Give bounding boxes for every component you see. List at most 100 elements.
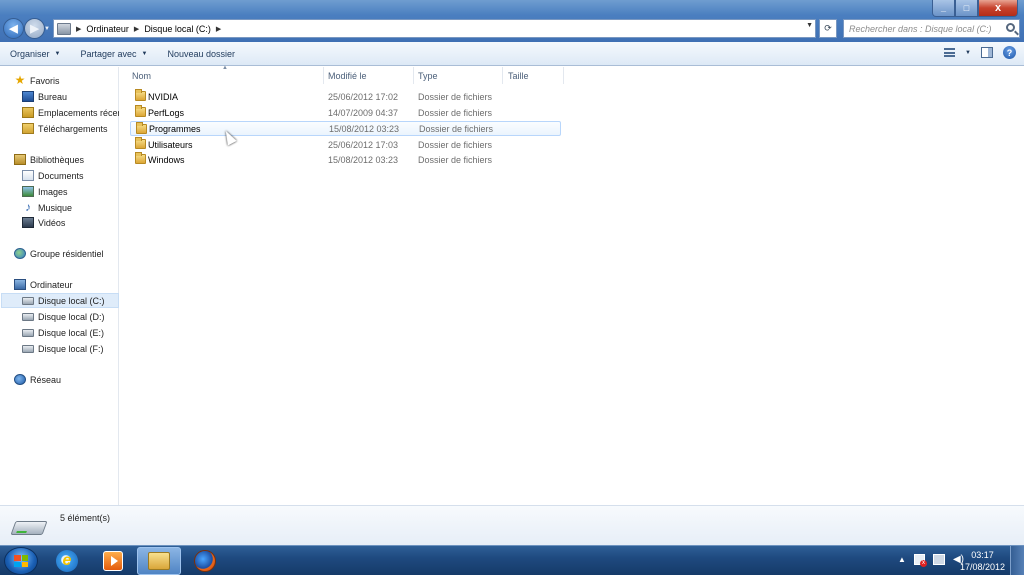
column-header-name[interactable]: ▲ Nom (120, 65, 324, 84)
command-bar: Organiser ▼ Partager avec ▼ Nouveau dossie… (0, 42, 1024, 66)
address-bar[interactable]: ▶ Ordinateur ▶ Disque local (C:) ▶ ▼ (53, 19, 816, 38)
new-folder-label: Nouveau dossier (167, 48, 235, 59)
sidebar-item-label: Bureau (38, 91, 68, 102)
system-tray: ▲ ◀) (898, 554, 964, 567)
recent-places-icon (22, 107, 34, 118)
sidebar-item-label: Réseau (30, 374, 62, 385)
folder-icon (135, 89, 146, 101)
file-type: Dossier de fichiers (419, 123, 494, 134)
file-modified: 25/06/2012 17:02 (328, 91, 399, 102)
file-modified: 15/08/2012 03:23 (328, 154, 399, 165)
hard-drive-icon (22, 328, 34, 337)
clock-time: 03:17 (971, 550, 994, 560)
computer-icon (57, 22, 71, 35)
maximize-button[interactable]: □ (955, 0, 978, 17)
sidebar-item-recent-places[interactable]: Emplacements récents (22, 105, 119, 120)
hard-drive-icon (22, 296, 34, 305)
folder-icon (135, 152, 146, 164)
desktop-icon (22, 91, 34, 102)
minimize-button[interactable]: _ (932, 0, 955, 17)
file-row-windows[interactable]: Windows 15/08/2012 03:23 Dossier de fich… (130, 152, 561, 167)
hard-drive-icon (10, 521, 48, 535)
view-options-dropdown[interactable]: ▼ (965, 50, 971, 56)
search-icon[interactable] (1006, 23, 1015, 32)
chevron-down-icon: ▼ (141, 50, 148, 57)
file-row-perflogs[interactable]: PerfLogs 14/07/2009 04:37 Dossier de fic… (130, 105, 561, 120)
new-folder-button[interactable]: Nouveau dossier (157, 42, 245, 65)
sidebar-item-drive-c[interactable]: Disque local (C:) (1, 293, 119, 308)
sidebar-item-libraries[interactable]: Bibliothèques (14, 152, 132, 167)
chevron-right-icon[interactable]: ▶ (216, 25, 221, 33)
details-view-icon[interactable] (944, 48, 956, 57)
file-type: Dossier de fichiers (418, 107, 493, 118)
internet-explorer-icon: e (56, 550, 78, 572)
sidebar-item-label: Bibliothèques (30, 154, 85, 165)
sidebar-item-computer[interactable]: Ordinateur (14, 277, 132, 292)
file-type: Dossier de fichiers (418, 154, 493, 165)
preview-pane-icon[interactable] (981, 47, 993, 58)
file-name: Utilisateurs (148, 139, 193, 150)
details-pane: 5 élément(s) (0, 505, 1024, 545)
recent-pages-dropdown[interactable]: ▼ (44, 26, 52, 32)
sidebar-item-label: Images (38, 186, 68, 197)
sidebar-item-label: Ordinateur (30, 279, 73, 290)
folder-icon (135, 137, 146, 149)
file-row-utilisateurs[interactable]: Utilisateurs 25/06/2012 17:03 Dossier de… (130, 137, 561, 152)
share-with-button[interactable]: Partager avec ▼ (70, 42, 157, 65)
breadcrumb: ▶ Ordinateur ▶ Disque local (C:) ▶ (71, 24, 226, 34)
sidebar-item-label: Vidéos (38, 217, 66, 228)
action-center-icon[interactable] (913, 554, 927, 567)
address-history-dropdown[interactable]: ▼ (806, 22, 813, 29)
help-button[interactable]: ? (1003, 46, 1016, 59)
sidebar-item-favorites[interactable]: ★ Favoris (14, 73, 132, 88)
network-status-icon[interactable] (932, 554, 945, 565)
arrow-left-icon: ◀ (9, 23, 18, 35)
taskbar-explorer[interactable] (137, 547, 181, 575)
breadcrumb-item-drive-c[interactable]: Disque local (C:) (144, 24, 211, 34)
sidebar-item-label: Disque local (F:) (38, 343, 104, 354)
file-modified: 15/08/2012 03:23 (329, 123, 400, 134)
sidebar-item-downloads[interactable]: Téléchargements (22, 121, 119, 136)
taskbar-internet-explorer[interactable]: e (45, 547, 89, 575)
documents-icon (22, 170, 34, 181)
refresh-button[interactable]: ⟳ (819, 19, 837, 38)
sidebar-item-network[interactable]: Réseau (14, 372, 132, 387)
search-box[interactable] (843, 19, 1020, 38)
organize-button[interactable]: Organiser ▼ (0, 42, 70, 65)
column-header-label: Type (418, 70, 438, 81)
forward-button[interactable]: ▶ (24, 18, 45, 39)
hard-drive-icon (22, 312, 34, 321)
folder-icon (136, 122, 147, 134)
back-button[interactable]: ◀ (3, 18, 24, 39)
column-header-type[interactable]: Type (414, 67, 503, 84)
sidebar-item-label: Groupe résidentiel (30, 248, 104, 259)
hard-drive-icon (22, 344, 34, 353)
navigation-pane: ★ Favoris Bureau Emplacements récents Tél… (0, 67, 119, 505)
show-hidden-icons-button[interactable]: ▲ (898, 555, 906, 564)
taskbar-media-player[interactable] (91, 547, 135, 575)
file-type: Dossier de fichiers (418, 139, 493, 150)
search-input[interactable] (849, 23, 999, 34)
sidebar-item-label: Emplacements récents (38, 107, 119, 118)
taskbar-firefox[interactable] (183, 547, 227, 575)
column-header-size[interactable]: Taille (503, 67, 564, 84)
start-button[interactable] (4, 547, 38, 575)
file-row-nvidia[interactable]: NVIDIA 25/06/2012 17:02 Dossier de fichi… (130, 89, 561, 104)
sidebar-item-label: Disque local (E:) (38, 327, 105, 338)
chevron-right-icon[interactable]: ▶ (76, 25, 81, 33)
window-controls: _ □ x (932, 0, 1018, 17)
file-name: Windows (148, 154, 185, 165)
chevron-right-icon[interactable]: ▶ (134, 25, 139, 33)
firefox-icon (194, 550, 216, 572)
column-header-modified[interactable]: Modifié le (324, 67, 414, 84)
item-count: 5 élément(s) (60, 513, 111, 523)
sidebar-item-homegroup[interactable]: Groupe résidentiel (14, 246, 132, 261)
close-button[interactable]: x (978, 0, 1018, 17)
show-desktop-button[interactable] (1010, 546, 1024, 575)
clock[interactable]: 03:17 17/08/2012 (960, 549, 1005, 573)
file-row-programmes[interactable]: Programmes 15/08/2012 03:23 Dossier de f… (130, 121, 561, 136)
sidebar-item-label: Téléchargements (38, 123, 108, 134)
breadcrumb-item-ordinateur[interactable]: Ordinateur (86, 24, 129, 34)
title-bar: _ □ x ◀ ▶ ▼ ▶ Ordinateur ▶ Disque local … (0, 0, 1024, 42)
refresh-icon: ⟳ (824, 23, 832, 33)
